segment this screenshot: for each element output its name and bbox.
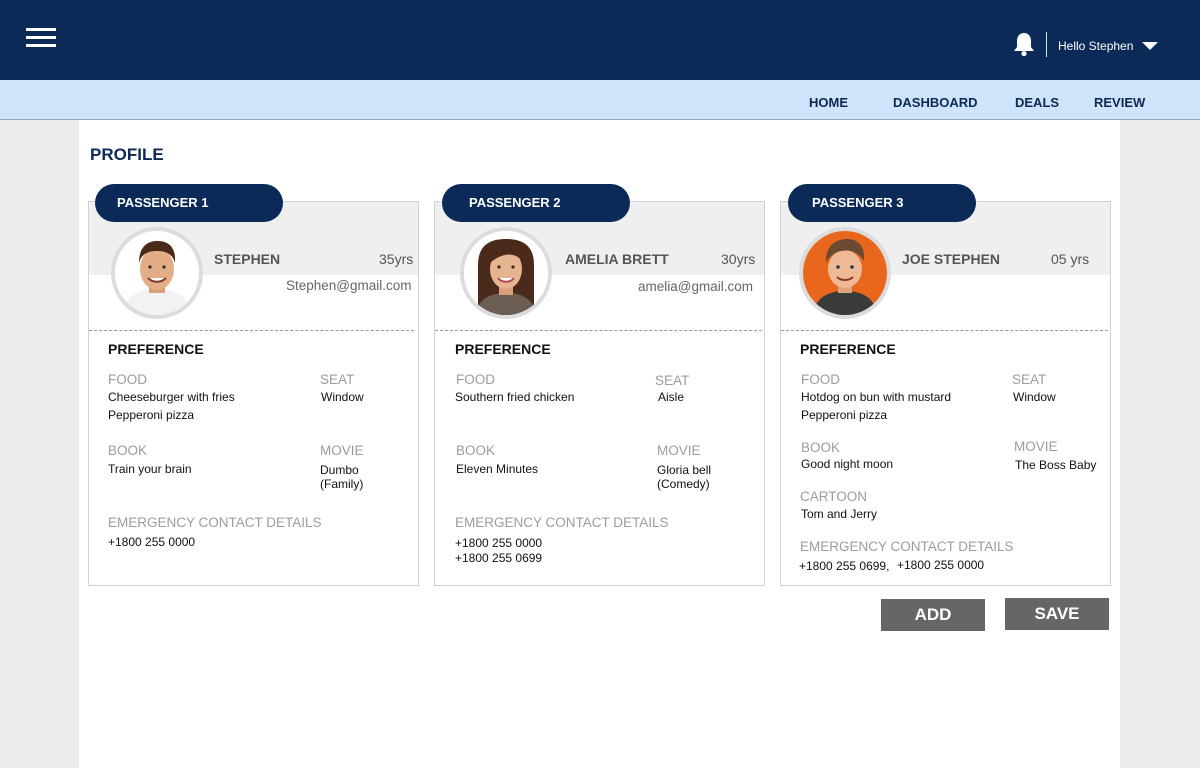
book-value: Eleven Minutes [456,462,539,476]
passenger-card-2: PASSENGER 2 AMELIA BRETT 30yrs amelia@gm… [434,184,765,586]
passenger-pill: PASSENGER 2 [442,184,630,222]
card-divider [781,330,1108,331]
food-value: Southern fried chicken [455,390,575,404]
movie-value: (Comedy) [657,477,710,491]
avatar [799,227,891,319]
passenger-name: JOE STEPHEN [902,251,1001,267]
avatar [111,227,203,319]
passenger-email: Stephen@gmail.com [286,278,412,293]
movie-value: Dumbo [320,463,359,477]
page-title: PROFILE [90,145,164,164]
emergency-phone: +1800 255 0699, [799,559,890,573]
nav-bar: HOME DASHBOARD DEALS REVIEW [0,80,1200,120]
passenger-card-3: PASSENGER 3 JOE STEPHEN 05 yrs PREFERENC… [780,184,1111,586]
passenger-name: AMELIA BRETT [565,251,669,267]
movie-label: MOVIE [657,443,701,458]
emergency-label: EMERGENCY CONTACT DETAILS [800,539,1014,554]
card-divider [89,330,414,331]
save-button[interactable]: SAVE [1005,598,1109,630]
passenger-card-1: PASSENGER 1 STEPHEN 35yrs Stephen@gmail.… [88,184,419,586]
passenger-age: 05 yrs [1051,251,1090,267]
seat-value: Window [321,390,364,404]
food-value: Cheeseburger with fries [108,390,235,404]
emergency-phone: +1800 255 0699 [455,551,543,565]
passenger-age: 35yrs [379,251,414,267]
book-label: BOOK [456,443,496,458]
movie-value: Gloria bell [657,463,712,477]
emergency-phone: +1800 255 0000 [455,536,543,550]
top-bar: Hello Stephen [0,0,1200,80]
add-button[interactable]: ADD [881,599,985,631]
book-value: Train your brain [108,462,192,476]
emergency-phone: +1800 255 0000 [897,558,985,572]
caret-down-icon[interactable] [1142,41,1158,51]
bell-icon[interactable] [1012,31,1036,57]
seat-label: SEAT [1012,372,1047,387]
passenger-pill: PASSENGER 3 [788,184,976,222]
card-divider [435,330,762,331]
nav-home[interactable]: HOME [809,95,848,110]
food-label: FOOD [801,372,840,387]
passenger-age: 30yrs [721,251,756,267]
book-label: BOOK [801,440,841,455]
food-label: FOOD [456,372,495,387]
movie-label: MOVIE [320,443,364,458]
cartoon-value: Tom and Jerry [801,507,878,521]
preference-heading: PREFERENCE [800,341,896,357]
food-value: Pepperoni pizza [801,408,888,422]
emergency-label: EMERGENCY CONTACT DETAILS [455,515,669,530]
food-value: Hotdog on bun with mustard [801,390,952,404]
preference-heading: PREFERENCE [455,341,551,357]
passenger-email: amelia@gmail.com [638,279,753,294]
passenger-name: STEPHEN [214,251,281,267]
seat-value: Aisle [658,390,685,404]
book-label: BOOK [108,443,148,458]
preference-heading: PREFERENCE [108,341,204,357]
food-label: FOOD [108,372,147,387]
seat-label: SEAT [655,373,690,388]
movie-value: The Boss Baby [1015,458,1097,472]
emergency-label: EMERGENCY CONTACT DETAILS [108,515,322,530]
avatar [460,227,552,319]
food-value: Pepperoni pizza [108,408,195,422]
user-greeting[interactable]: Hello Stephen [1058,38,1133,54]
movie-value: (Family) [320,477,364,491]
movie-label: MOVIE [1014,439,1058,454]
cartoon-label: CARTOON [800,489,868,504]
nav-review[interactable]: REVIEW [1094,95,1145,110]
emergency-phone: +1800 255 0000 [108,535,196,549]
seat-value: Window [1013,390,1056,404]
seat-label: SEAT [320,372,355,387]
passenger-pill: PASSENGER 1 [95,184,283,222]
header-divider [1046,32,1047,57]
nav-deals[interactable]: DEALS [1015,95,1059,110]
nav-dashboard[interactable]: DASHBOARD [893,95,978,110]
menu-icon[interactable] [26,28,56,48]
book-value: Good night moon [801,457,894,471]
